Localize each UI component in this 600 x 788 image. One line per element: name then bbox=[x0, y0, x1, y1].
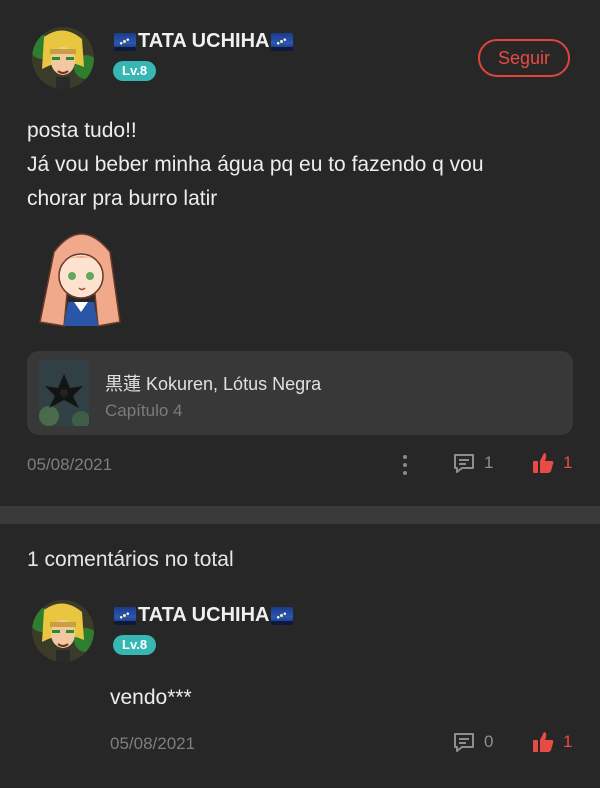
anime-girl-sticker bbox=[34, 222, 128, 328]
night-sky-emoji-icon bbox=[271, 32, 294, 51]
night-sky-emoji-icon bbox=[114, 32, 136, 51]
level-badge: Lv.8 bbox=[113, 635, 157, 655]
night-sky-emoji-icon bbox=[271, 606, 294, 625]
book-chapter: Capítulo 4 bbox=[105, 401, 183, 420]
post-text-line: posta tudo!! bbox=[27, 119, 137, 142]
more-options-icon[interactable] bbox=[403, 455, 407, 479]
section-divider bbox=[0, 506, 600, 524]
comment-counter[interactable]: 1 bbox=[452, 451, 493, 475]
comment-author-avatar[interactable] bbox=[32, 600, 94, 662]
comment-date: 05/08/2021 bbox=[110, 734, 196, 753]
reply-counter[interactable]: 0 bbox=[452, 730, 493, 754]
book-cover-image bbox=[39, 360, 89, 426]
level-badge: Lv.8 bbox=[113, 61, 157, 81]
post-text-line: chorar pra burro latir bbox=[27, 187, 218, 210]
comment-like-count: 1 bbox=[563, 732, 573, 751]
total-comments-label: 1 comentários no total bbox=[27, 548, 234, 571]
post-body: posta tudo!! Já vou beber minha água pq … bbox=[27, 114, 567, 216]
like-count: 1 bbox=[563, 453, 573, 472]
comment-text: vendo*** bbox=[110, 686, 192, 709]
post-text-line: Já vou beber minha água pq eu to fazendo… bbox=[27, 153, 484, 176]
comment-author-name[interactable]: TATA UCHIHA bbox=[114, 604, 294, 627]
comment-icon bbox=[454, 454, 474, 473]
post-date: 05/08/2021 bbox=[27, 455, 113, 474]
book-card[interactable]: 黒蓮 Kokuren, Lótus Negra Capítulo 4 bbox=[27, 351, 573, 435]
post: TATA UCHIHA Lv.8 Seguir posta tudo!! Já … bbox=[0, 0, 600, 506]
post-author-avatar[interactable] bbox=[32, 27, 94, 89]
book-title: 黒蓮 Kokuren, Lótus Negra bbox=[105, 374, 322, 394]
comment-count: 1 bbox=[484, 453, 494, 472]
comment-like-counter[interactable]: 1 bbox=[531, 730, 572, 754]
reply-count: 0 bbox=[484, 732, 494, 751]
thumbs-up-icon bbox=[533, 732, 554, 752]
night-sky-emoji-icon bbox=[114, 606, 136, 625]
like-counter[interactable]: 1 bbox=[531, 451, 572, 475]
thumbs-up-icon bbox=[533, 453, 554, 473]
post-author-name[interactable]: TATA UCHIHA bbox=[114, 30, 294, 53]
comment-icon bbox=[454, 733, 474, 752]
follow-button[interactable]: Seguir bbox=[478, 39, 570, 77]
